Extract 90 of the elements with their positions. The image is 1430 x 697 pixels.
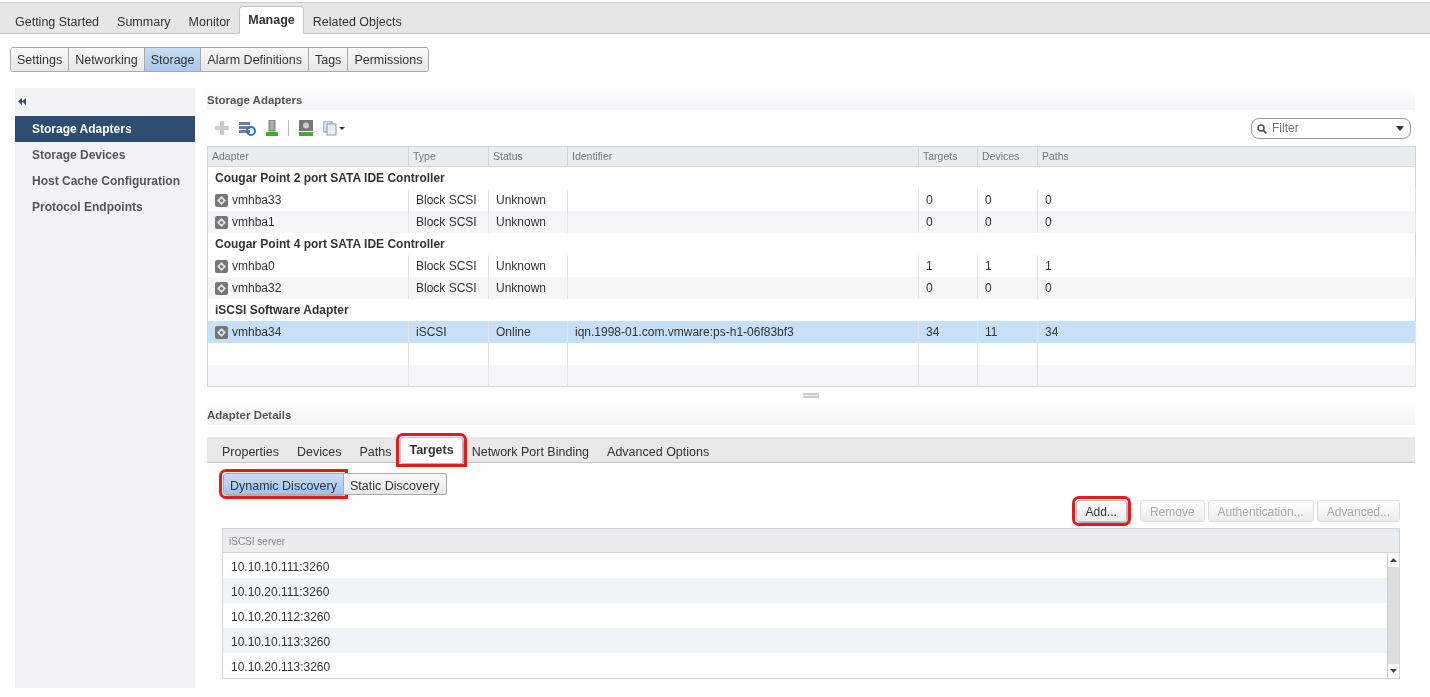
table-cell: 0 [1045, 214, 1052, 229]
table-cell: vmhba34 [232, 324, 282, 339]
sidebar-item[interactable]: Storage Devices [15, 142, 195, 168]
table-cell: vmhba32 [232, 280, 282, 295]
column-header[interactable]: Paths [1037, 146, 1416, 167]
adapter-icon [215, 281, 228, 295]
table-cell: Unknown [496, 192, 547, 207]
table-cell: 0 [1045, 192, 1052, 207]
column-header[interactable]: Targets [918, 146, 978, 167]
tab[interactable]: Settings [11, 48, 70, 71]
splitter-handle[interactable] [803, 392, 819, 398]
tab[interactable]: Paths [350, 439, 401, 463]
scroll-down-icon[interactable] [1388, 664, 1399, 678]
table-cell: 0 [985, 280, 992, 295]
table-cell: 11 [985, 324, 998, 339]
table-cell: Unknown [496, 280, 547, 295]
table-row[interactable]: vmhba33 Block SCSI Unknown 0 0 0 [207, 188, 1416, 211]
table-cell: 1 [985, 258, 992, 273]
table-cell-text: 10.10.20.112:3260 [230, 609, 332, 626]
storage-refresh-icon[interactable] [239, 120, 256, 136]
table-cell: 10.10.20.111:3260 [223, 578, 1387, 603]
tab[interactable]: Manage [239, 6, 304, 34]
column-header[interactable]: Type [408, 146, 489, 167]
tab[interactable]: Network Port Binding [462, 439, 599, 463]
scrollbar[interactable] [1387, 553, 1399, 678]
table-row[interactable]: vmhba34 iSCSI Online iqn.1998-01.com.vmware:ps-h1-06f83bf3 34 11 34 [207, 320, 1416, 343]
collapse-icon[interactable] [18, 98, 26, 106]
table-cell: 34 [926, 324, 940, 339]
table-row[interactable]: vmhba0 Block SCSI Unknown 1 1 1 [207, 254, 1416, 277]
table-cell: Block SCSI [416, 214, 477, 229]
adapter-icon [215, 215, 228, 229]
table-cell: vmhba0 [232, 258, 275, 273]
table-cell: 34 [1045, 324, 1059, 339]
table-cell: Block SCSI [416, 258, 477, 273]
group-label: Cougar Point 4 port SATA IDE Controller [207, 232, 1416, 255]
filter-field[interactable]: Filter [1251, 117, 1411, 139]
adapter-icon [215, 325, 228, 339]
tab[interactable]: Tags [308, 48, 349, 71]
tab[interactable]: Storage [144, 48, 202, 71]
tab[interactable]: Related Objects [303, 8, 411, 34]
tab[interactable]: Devices [288, 439, 351, 463]
table-cell: 0 [985, 192, 992, 207]
table-cell: 0 [926, 192, 933, 207]
tab[interactable]: Static Discovery [343, 473, 447, 495]
table-cell: iSCSI [416, 324, 447, 339]
tab[interactable]: Permissions [348, 48, 429, 71]
table-cell: Unknown [496, 214, 547, 229]
table-cell: iqn.1998-01.com.vmware:ps-h1-06f83bf3 [575, 324, 794, 339]
device-icon[interactable] [266, 120, 278, 136]
sidebar-item[interactable]: Storage Adapters [15, 116, 195, 142]
copy-icon[interactable] [323, 120, 345, 136]
search-icon [1257, 123, 1267, 134]
column-header[interactable]: Status [488, 146, 568, 167]
table-row[interactable]: vmhba32 Block SCSI Unknown 0 0 0 [207, 276, 1416, 299]
table-cell: vmhba1 [232, 214, 275, 229]
table-cell-text: 10.10.10.111:3260 [230, 559, 331, 576]
tab[interactable]: Advanced Options [598, 439, 719, 463]
table-cell: 0 [926, 280, 933, 295]
table-cell: 1 [926, 258, 933, 273]
column-header[interactable]: Identifier [567, 146, 919, 167]
adapter-icon [215, 193, 228, 207]
table-cell: Unknown [496, 258, 547, 273]
table-cell: vmhba33 [232, 192, 282, 207]
table-cell-text: 10.10.20.113:3260 [230, 659, 332, 676]
table-cell: Online [496, 324, 531, 339]
table-row[interactable]: vmhba1 Block SCSI Unknown 0 0 0 [207, 210, 1416, 233]
table-cell: 1 [1045, 258, 1052, 273]
group-label: iSCSI Software Adapter [207, 298, 1416, 321]
group-label: Cougar Point 2 port SATA IDE Controller [207, 166, 1416, 189]
column-header[interactable]: Adapter [207, 146, 409, 167]
table-cell: 10.10.10.113:3260 [223, 628, 1387, 653]
sidebar-item[interactable]: Protocol Endpoints [15, 194, 195, 220]
tab[interactable]: Networking [69, 48, 145, 71]
tab[interactable]: Properties [213, 439, 288, 463]
table-cell: 0 [926, 214, 933, 229]
tab[interactable]: Getting Started [6, 8, 109, 34]
table-cell: 0 [985, 214, 992, 229]
adapter-icon [215, 259, 228, 273]
column-header: iSCSI server [223, 529, 1399, 553]
column-header[interactable]: Devices [977, 146, 1038, 167]
tab[interactable]: Monitor [179, 8, 240, 34]
tab[interactable]: Summary [108, 8, 180, 34]
dropdown-caret-icon[interactable] [1396, 125, 1404, 131]
tab[interactable]: Alarm Definitions [201, 48, 309, 71]
table-cell: Block SCSI [416, 280, 477, 295]
sidebar-item[interactable]: Host Cache Configuration [15, 168, 195, 194]
scroll-up-icon[interactable] [1388, 553, 1399, 567]
table-cell: Block SCSI [416, 192, 477, 207]
adapter-icon[interactable] [299, 120, 313, 136]
table-cell: 0 [1045, 280, 1052, 295]
